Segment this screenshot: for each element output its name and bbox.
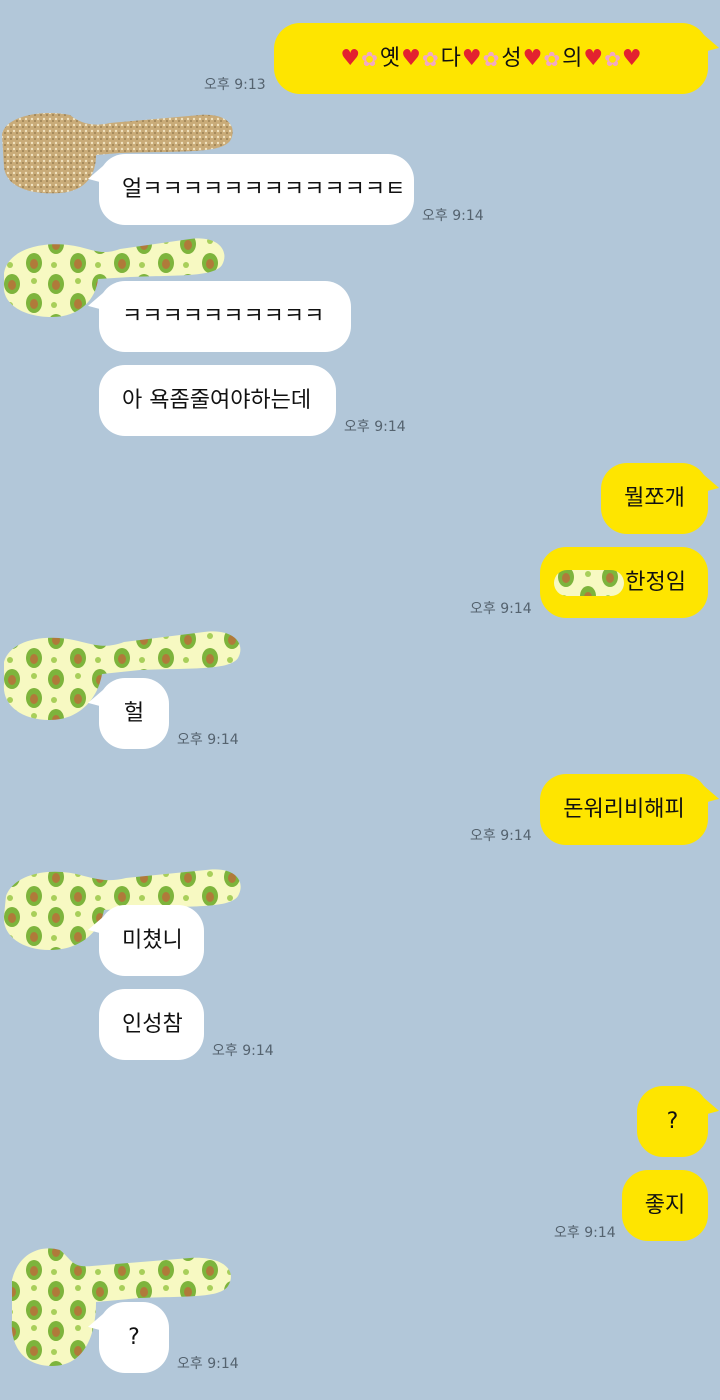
- message-timestamp: 오후 9:14: [177, 1356, 239, 1372]
- outgoing-message-bubble[interactable]: 좋지: [622, 1170, 708, 1241]
- message-timestamp: 오후 9:14: [470, 601, 532, 617]
- message-timestamp: 오후 9:14: [422, 208, 484, 224]
- chat-screen: { "chat": { "messages": [ {"side": "out"…: [0, 0, 720, 1400]
- message-text-part: 다: [440, 45, 461, 71]
- message-timestamp: 오후 9:14: [554, 1225, 616, 1241]
- message-text: 돈워리비해피: [563, 796, 685, 822]
- heart-icon: ♥: [583, 45, 604, 71]
- message-text-part: 옛: [379, 45, 401, 71]
- message-timestamp: 오후 9:14: [212, 1043, 274, 1059]
- message-text: 한정임: [625, 569, 686, 595]
- outgoing-message-bubble[interactable]: ♥ ✿ 옛 ♥ ✿ 다 ♥ ✿ 성 ♥ ✿ 의 ♥ ✿ ♥: [274, 23, 708, 94]
- cherry-blossom-icon: ✿: [482, 46, 500, 71]
- redacted-name-sticker: [554, 570, 624, 596]
- incoming-message-bubble[interactable]: 아 욕좀줄여야하는데: [99, 365, 336, 436]
- message-text: ㅋㅋㅋㅋㅋㅋㅋㅋㅋㅋ: [122, 303, 325, 329]
- message-text-part: 성: [501, 45, 522, 71]
- heart-icon: ♥: [401, 45, 421, 71]
- heart-icon: ♥: [621, 45, 642, 71]
- incoming-message-bubble[interactable]: 인성참: [99, 989, 204, 1060]
- incoming-message-bubble[interactable]: 미쳤니: [99, 905, 204, 976]
- heart-icon: ♥: [522, 45, 543, 71]
- incoming-message-bubble[interactable]: 헐: [99, 678, 169, 749]
- heart-icon: ♥: [461, 45, 482, 71]
- message-text: 미쳤니: [122, 927, 183, 953]
- cherry-blossom-icon: ✿: [361, 46, 378, 71]
- message-text: ?: [128, 1324, 140, 1350]
- message-text: 아 욕좀줄여야하는데: [122, 387, 312, 413]
- message-text: 뭘쪼개: [624, 485, 685, 511]
- incoming-message-bubble[interactable]: ㅋㅋㅋㅋㅋㅋㅋㅋㅋㅋ: [99, 281, 351, 352]
- outgoing-message-bubble[interactable]: ?: [637, 1086, 708, 1157]
- message-text: 좋지: [644, 1192, 686, 1218]
- incoming-message-bubble[interactable]: ?: [99, 1302, 169, 1373]
- message-text-part: 의: [562, 45, 583, 71]
- message-text: 인성참: [122, 1011, 183, 1037]
- message-text: 얼ㅋㅋㅋㅋㅋㅋㅋㅋㅋㅋㅋㅋㅌ: [122, 176, 406, 202]
- outgoing-message-bubble[interactable]: 돈워리비해피: [540, 774, 708, 845]
- message-timestamp: 오후 9:14: [470, 828, 532, 844]
- cherry-blossom-icon: ✿: [421, 46, 439, 71]
- heart-icon: ♥: [340, 45, 361, 71]
- cherry-blossom-icon: ✿: [543, 46, 561, 71]
- message-timestamp: 오후 9:14: [177, 732, 239, 748]
- message-timestamp: 오후 9:13: [204, 77, 266, 93]
- message-text: 헐: [123, 700, 145, 726]
- message-text: ?: [666, 1108, 679, 1134]
- outgoing-message-bubble[interactable]: 뭘쪼개: [601, 463, 708, 534]
- message-timestamp: 오후 9:14: [344, 419, 406, 435]
- cherry-blossom-icon: ✿: [604, 46, 621, 71]
- incoming-message-bubble[interactable]: 얼ㅋㅋㅋㅋㅋㅋㅋㅋㅋㅋㅋㅋㅌ: [99, 154, 414, 225]
